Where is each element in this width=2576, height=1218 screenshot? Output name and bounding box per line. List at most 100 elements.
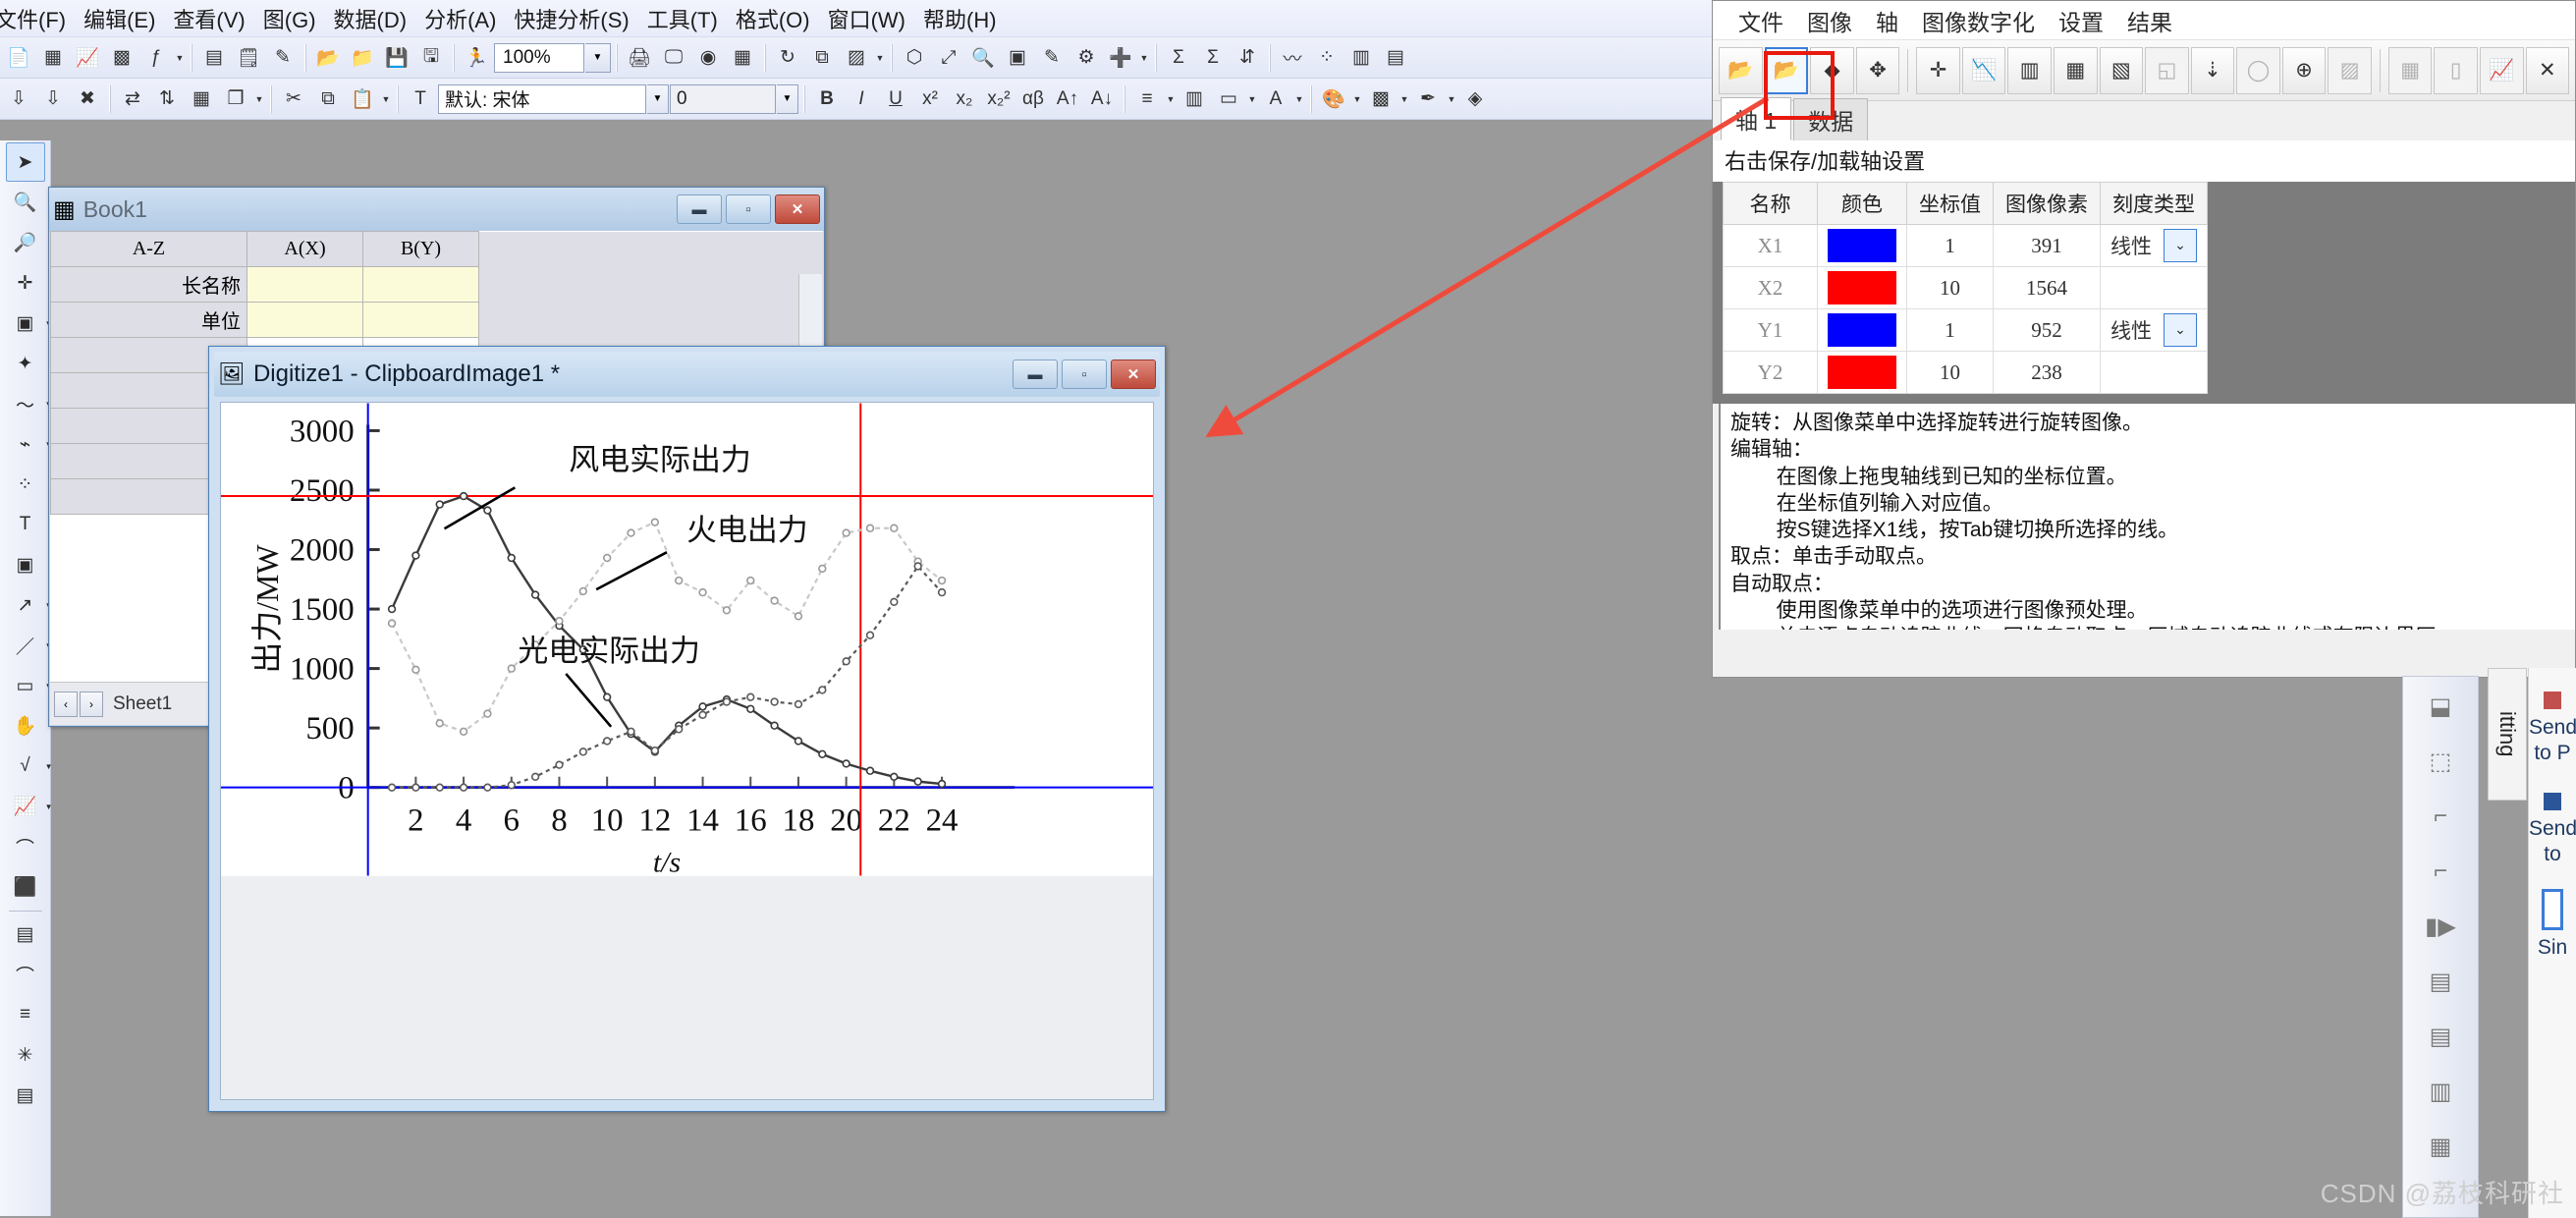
menu-item-tools[interactable]: 工具(T) — [638, 0, 727, 37]
bar-plot-icon[interactable]: ▤ — [1379, 41, 1412, 75]
save-project-icon[interactable]: 💾 — [380, 41, 413, 75]
digitizer-menu-digitize[interactable]: 图像数字化 — [1910, 2, 2047, 39]
axis-row-value-y2[interactable]: 10 — [1906, 351, 1994, 394]
auto-trace-curve-icon[interactable]: ▥ — [2007, 46, 2052, 94]
plot-setup-caret-icon[interactable]: ▼ — [874, 41, 886, 75]
menu-item-format[interactable]: 格式(O) — [727, 0, 819, 37]
pointer-icon[interactable]: ➤ — [5, 142, 45, 182]
data-reader-icon[interactable]: ✎ — [1035, 41, 1069, 75]
axis-row-color-y1[interactable] — [1817, 308, 1907, 352]
open-image-icon[interactable]: 📂 — [1719, 46, 1763, 94]
equation-icon[interactable]: √ ▼ — [6, 747, 52, 786]
new-function-plot-icon[interactable]: ƒ — [139, 41, 173, 75]
font-size-caret-icon[interactable]: ▼ — [777, 83, 798, 114]
maximize-button[interactable]: ▫ — [726, 194, 771, 224]
prev-sheet-button[interactable]: ‹ — [54, 691, 78, 717]
plot-setup-icon[interactable]: ▨ — [840, 41, 873, 75]
font-size-input[interactable]: 0 — [670, 83, 776, 114]
border-caret-icon[interactable]: ▼ — [1246, 83, 1258, 116]
underline-icon[interactable]: U — [879, 83, 912, 116]
border-icon[interactable]: ▭ — [1212, 83, 1245, 116]
transpose-icon[interactable]: ⇅ — [150, 83, 184, 116]
minimize-button[interactable]: ▬ — [1013, 360, 1058, 389]
set-axes-point-icon[interactable]: ✛ — [1916, 46, 1960, 94]
digitizer-menu-axis[interactable]: 轴 — [1864, 2, 1910, 39]
column-plot-icon[interactable]: ▥ — [1344, 41, 1378, 75]
minimize-button[interactable]: ▬ — [677, 194, 722, 224]
axis-corner-icon[interactable]: ⌐ — [2411, 791, 2470, 842]
new-excel-icon[interactable]: ✎ — [266, 41, 300, 75]
digitize-titlebar[interactable]: 🖼 Digitize1 - ClipboardImage1 * ▬ ▫ ✕ — [214, 352, 1160, 397]
color-swatch[interactable] — [1828, 271, 1896, 304]
text-tool-icon[interactable]: T — [6, 505, 45, 544]
new-layer-icon[interactable]: ▣ — [1001, 41, 1034, 75]
distribute-icon[interactable]: ▥ — [2411, 1066, 2470, 1117]
data-reader-icon[interactable]: ✛ — [6, 263, 45, 303]
superscript-icon[interactable]: x² — [913, 83, 947, 116]
frame-icon[interactable]: ⬓ — [2411, 681, 2470, 732]
new-layout-icon[interactable]: ▤ — [197, 41, 231, 75]
new-function-plot-caret-icon[interactable]: ▼ — [174, 41, 186, 75]
color-swatch[interactable] — [1828, 356, 1896, 389]
paste-icon[interactable]: 📋 — [346, 83, 379, 116]
tab-data[interactable]: 数据 — [1793, 98, 1869, 140]
zoom-level-caret-icon[interactable]: ▼ — [585, 42, 611, 73]
new-graph-icon[interactable]: 📈 — [71, 41, 104, 75]
regional-mask-icon[interactable]: ⌁▼ — [6, 424, 53, 464]
group-icon[interactable]: ▦ — [2411, 1121, 2470, 1172]
axis-row-value-x2[interactable]: 10 — [1906, 266, 1994, 309]
close-button[interactable]: ✕ — [775, 194, 820, 224]
menu-item-window[interactable]: 窗口(W) — [819, 0, 914, 37]
zoom-in-icon[interactable]: 🔍 — [6, 183, 45, 222]
maximize-button[interactable]: ▫ — [1062, 360, 1107, 389]
image-thumbnail-icon[interactable]: ◆ — [1810, 46, 1854, 94]
align-caret-icon[interactable]: ▼ — [1165, 83, 1177, 116]
pattern-icon[interactable]: ▩ — [1364, 83, 1398, 116]
new-workbook-icon[interactable]: ▦ — [36, 41, 70, 75]
rectangle-tool-icon[interactable]: ▭▼ — [6, 666, 53, 705]
menu-item-data[interactable]: 数据(D) — [325, 0, 416, 37]
arrow-tool-icon[interactable]: ↗▼ — [6, 585, 53, 625]
duplicate-icon[interactable]: ⧉ — [805, 41, 839, 75]
stack-columns-icon[interactable]: ❐ — [219, 83, 252, 116]
data-cursor-icon[interactable]: ✦ — [6, 344, 45, 383]
menu-item-quick-analysis[interactable]: 快捷分析(S) — [505, 0, 637, 37]
color-swatch[interactable] — [1828, 313, 1896, 347]
axis-row-value-x1[interactable]: 1 — [1906, 224, 1994, 267]
send-to-powerpoint-label[interactable]: Send to P — [2529, 715, 2576, 767]
sort-descending-icon[interactable]: ⇩ — [36, 83, 70, 116]
greek-icon[interactable]: αβ — [1016, 83, 1050, 116]
grid-auto-pick-icon[interactable]: ▦ — [2054, 46, 2098, 94]
sum-icon[interactable]: Σ — [1162, 41, 1195, 75]
paste-caret-icon[interactable]: ▼ — [380, 83, 392, 116]
statistics-icon[interactable]: Σ — [1196, 41, 1230, 75]
column-header-a[interactable]: A(X) — [247, 231, 363, 267]
book1-titlebar[interactable]: ▦ Book1 ▬ ▫ ✕ — [49, 188, 824, 231]
select-all-corner[interactable]: A-Z — [50, 231, 247, 267]
tab-axis-1[interactable]: 轴 1 — [1721, 97, 1792, 140]
sort-ascending-icon[interactable]: ⇩ — [2, 83, 35, 116]
color-scale-icon[interactable]: ▤ — [6, 914, 45, 954]
shape-color-icon[interactable]: ◈ — [1458, 83, 1492, 116]
digitizer-menu-file[interactable]: 文件 — [1726, 2, 1795, 39]
export-graph-icon[interactable]: ◉ — [691, 41, 725, 75]
axis-row-color-x2[interactable] — [1817, 266, 1907, 309]
cell-long-name-a[interactable] — [247, 266, 363, 303]
zoom-out-icon[interactable]: 🔎 — [6, 223, 45, 262]
save-template-icon[interactable]: 🖫 — [414, 41, 448, 75]
scale-type-combobox[interactable]: 线性 ⌄ — [2110, 229, 2197, 262]
line-color-caret-icon[interactable]: ▼ — [1446, 83, 1457, 116]
italic-icon[interactable]: I — [845, 83, 878, 116]
refresh-icon[interactable]: ↻ — [771, 41, 804, 75]
swap-columns-icon[interactable]: ⇄ — [116, 83, 149, 116]
zoom-in-icon[interactable]: 🔍 — [966, 41, 1000, 75]
new-notes-icon[interactable]: 🗒 — [232, 41, 265, 75]
decrease-font-icon[interactable]: A↓ — [1085, 83, 1119, 116]
cursor-list-icon[interactable]: ⇣ — [2190, 46, 2235, 94]
open-excel-icon[interactable]: 📁 — [346, 41, 379, 75]
digitizer-menu-settings[interactable]: 设置 — [2047, 2, 2115, 39]
stack-columns-caret-icon[interactable]: ▼ — [253, 83, 265, 116]
export-points-icon[interactable]: ⊕ — [2281, 46, 2327, 94]
zoom-level-input[interactable]: 100% — [494, 42, 584, 73]
data-selector-icon[interactable]: 〜▼ — [6, 384, 53, 423]
